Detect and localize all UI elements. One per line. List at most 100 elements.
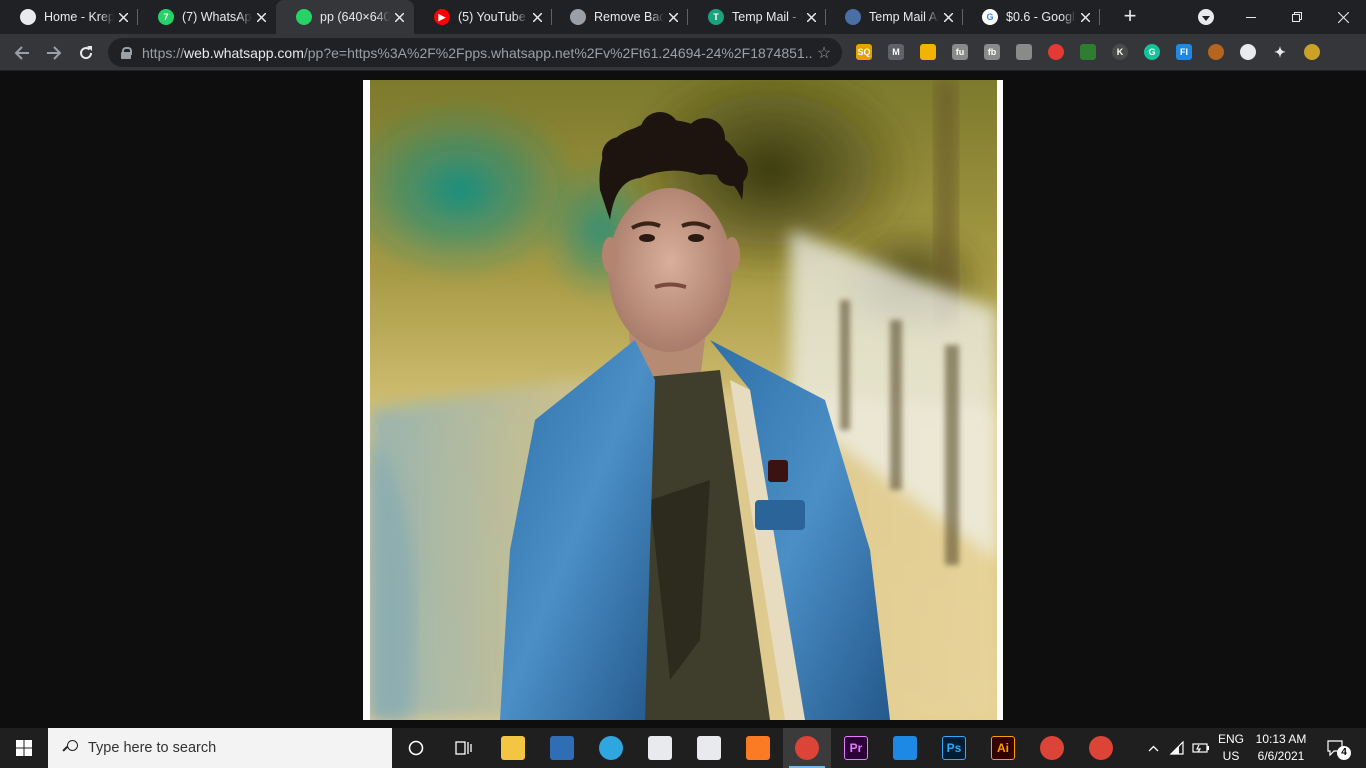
mail-icon bbox=[648, 736, 672, 760]
vscode-icon bbox=[893, 736, 917, 760]
pen-ext-icon[interactable] bbox=[1080, 44, 1096, 60]
tab-3[interactable]: ▶ (5) YouTube bbox=[414, 0, 552, 34]
url-text[interactable]: https://web.whatsapp.com/pp?e=https%3A%2… bbox=[142, 45, 812, 61]
gmail-ext-icon[interactable]: M bbox=[888, 44, 904, 60]
page-viewport bbox=[0, 71, 1366, 728]
virtualbox-taskbar-button[interactable] bbox=[538, 728, 586, 768]
clock[interactable]: 10:13 AM 6/6/2021 bbox=[1248, 731, 1314, 765]
back-button[interactable] bbox=[9, 40, 35, 66]
network-button[interactable] bbox=[1166, 728, 1188, 768]
address-bar[interactable]: https://web.whatsapp.com/pp?e=https%3A%2… bbox=[108, 38, 842, 67]
tab-close-button[interactable] bbox=[528, 8, 546, 26]
tab-0[interactable]: Home - Krepo bbox=[0, 0, 138, 34]
virtualbox-icon bbox=[550, 736, 574, 760]
vscode-taskbar-button[interactable] bbox=[881, 728, 929, 768]
illustrator-taskbar-button[interactable]: Ai bbox=[979, 728, 1027, 768]
tab-strip: Home - Krepo 7 (7) WhatsApp pp (640×640) ▶ (5… bbox=[0, 0, 1366, 34]
youtube-icon: ▶ bbox=[434, 9, 450, 25]
fi-ext-icon[interactable]: FI bbox=[1176, 44, 1192, 60]
close-icon bbox=[806, 12, 816, 22]
grammarly-icon[interactable]: G bbox=[1144, 44, 1160, 60]
wifi-icon bbox=[1169, 741, 1184, 755]
whatsapp-icon bbox=[296, 9, 312, 25]
battery-charging-icon bbox=[1192, 743, 1209, 753]
tab-title: Home - Krepo bbox=[44, 10, 114, 24]
input-language-indicator[interactable]: ENG US bbox=[1212, 731, 1250, 765]
tab-5[interactable]: T Temp Mail - D bbox=[688, 0, 826, 34]
camera-ext-icon[interactable] bbox=[1016, 44, 1032, 60]
tab-2[interactable]: pp (640×640) bbox=[276, 0, 414, 34]
close-icon bbox=[532, 12, 542, 22]
premiere-taskbar-button[interactable]: Pr bbox=[832, 728, 880, 768]
bookmark-star-icon[interactable]: ☆ bbox=[812, 43, 836, 63]
tab-close-button[interactable] bbox=[114, 8, 132, 26]
profile-avatar-icon[interactable] bbox=[1304, 44, 1320, 60]
tempmail-icon: T bbox=[708, 9, 724, 25]
lock-icon[interactable] bbox=[120, 46, 132, 59]
file-explorer-taskbar-button[interactable] bbox=[489, 728, 537, 768]
chrome-icon bbox=[795, 736, 819, 760]
forward-button[interactable] bbox=[41, 40, 67, 66]
start-button[interactable] bbox=[0, 728, 48, 768]
xampp-taskbar-button[interactable] bbox=[734, 728, 782, 768]
arrow-left-icon bbox=[14, 46, 29, 60]
reload-button[interactable] bbox=[73, 40, 99, 66]
close-icon bbox=[1080, 12, 1090, 22]
new-tab-button[interactable]: + bbox=[1118, 5, 1142, 29]
tab-6[interactable]: Temp Mail AP bbox=[825, 0, 963, 34]
tab-close-button[interactable] bbox=[802, 8, 820, 26]
browser-toolbar: https://web.whatsapp.com/pp?e=https%3A%2… bbox=[0, 34, 1366, 71]
tab-1[interactable]: 7 (7) WhatsApp bbox=[138, 0, 276, 34]
clock-time: 10:13 AM bbox=[1255, 732, 1307, 746]
close-icon bbox=[394, 12, 404, 22]
puzzle-icon[interactable]: ✦ bbox=[1272, 44, 1288, 60]
tab-title: Remove Backg bbox=[594, 10, 664, 24]
mail-taskbar-button[interactable] bbox=[636, 728, 684, 768]
tab-7[interactable]: G $0.6 - Google bbox=[962, 0, 1100, 34]
sq-icon[interactable]: SQ bbox=[856, 44, 872, 60]
premiere-icon: Pr bbox=[844, 736, 868, 760]
edge-taskbar-button[interactable] bbox=[587, 728, 635, 768]
action-center-button[interactable]: 4 bbox=[1318, 728, 1354, 768]
fu-ext-icon[interactable]: fu bbox=[952, 44, 968, 60]
ghost-ext-icon[interactable] bbox=[1240, 44, 1256, 60]
show-hidden-icons-button[interactable] bbox=[1142, 728, 1164, 768]
tab-4[interactable]: Remove Backg bbox=[550, 0, 688, 34]
url-scheme: https:// bbox=[142, 44, 185, 61]
tab-search-icon[interactable] bbox=[1198, 9, 1214, 25]
tab-title: (5) YouTube bbox=[458, 10, 526, 24]
layers-icon bbox=[570, 9, 586, 25]
illustrator-icon: Ai bbox=[991, 736, 1015, 760]
store-taskbar-button[interactable] bbox=[685, 728, 733, 768]
chrome-taskbar-button[interactable] bbox=[783, 728, 831, 768]
chrome-profile-w-icon bbox=[1040, 736, 1064, 760]
portrait-image bbox=[370, 80, 997, 720]
tab-close-button[interactable] bbox=[939, 8, 957, 26]
photoshop-taskbar-button[interactable]: Ps bbox=[930, 728, 978, 768]
tab-close-button[interactable] bbox=[1076, 8, 1094, 26]
hand-ext-icon[interactable] bbox=[1048, 44, 1064, 60]
cortana-icon bbox=[408, 740, 424, 756]
tab-close-button[interactable] bbox=[664, 8, 682, 26]
restore-button[interactable] bbox=[1274, 0, 1320, 34]
taskbar-search-box[interactable]: Type here to search bbox=[48, 728, 392, 768]
chrome-profile-2-taskbar-button[interactable] bbox=[1077, 728, 1125, 768]
close-window-button[interactable] bbox=[1320, 0, 1366, 34]
file-explorer-icon bbox=[501, 736, 525, 760]
k-ext-icon[interactable]: K bbox=[1112, 44, 1128, 60]
minimize-button[interactable] bbox=[1228, 0, 1274, 34]
chrome-profile-w-taskbar-button[interactable] bbox=[1028, 728, 1076, 768]
cortana-button[interactable] bbox=[392, 728, 440, 768]
cookie-ext-icon[interactable] bbox=[1208, 44, 1224, 60]
fb-ext-icon[interactable]: fb bbox=[984, 44, 1000, 60]
search-placeholder: Type here to search bbox=[88, 740, 217, 756]
task-view-button[interactable] bbox=[440, 728, 488, 768]
close-icon bbox=[1337, 11, 1349, 23]
profile-photo[interactable] bbox=[370, 80, 997, 720]
battery-button[interactable] bbox=[1190, 728, 1212, 768]
tab-close-button[interactable] bbox=[390, 8, 408, 26]
photoshop-icon: Ps bbox=[942, 736, 966, 760]
tab-close-button[interactable] bbox=[252, 8, 270, 26]
lock-ext-icon[interactable] bbox=[920, 44, 936, 60]
close-icon bbox=[943, 12, 953, 22]
